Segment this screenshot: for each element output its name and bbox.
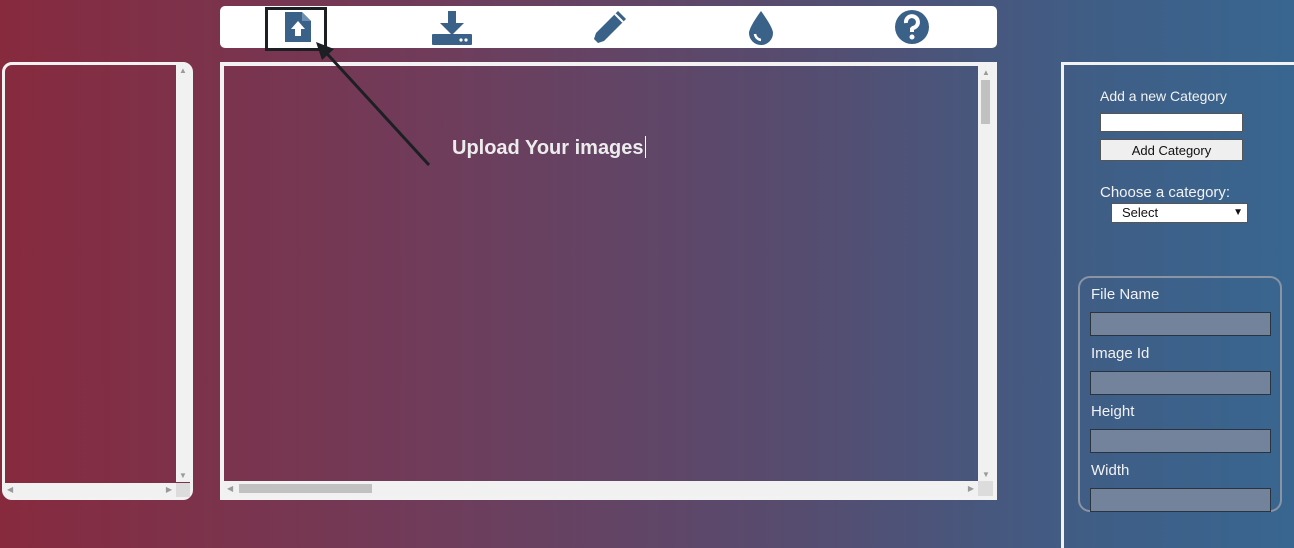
- upload-prompt[interactable]: Upload Your images: [452, 136, 646, 160]
- left-vertical-scrollbar[interactable]: ▲ ▼: [176, 65, 190, 482]
- category-name-input[interactable]: [1100, 113, 1243, 132]
- main-horizontal-scrollbar[interactable]: ◀ ▶: [224, 481, 978, 496]
- scroll-corner: [176, 483, 190, 497]
- properties-panel: Add a new Category Add Category Choose a…: [1061, 62, 1294, 548]
- upload-prompt-text: Upload Your images: [452, 137, 644, 159]
- upload-file-button[interactable]: [273, 6, 323, 48]
- main-vertical-scrollbar[interactable]: ▲ ▼: [978, 66, 993, 481]
- scroll-right-icon[interactable]: ▶: [166, 486, 172, 494]
- scroll-down-icon[interactable]: ▼: [982, 471, 990, 479]
- scroll-left-icon[interactable]: ◀: [227, 485, 233, 493]
- choose-category-label: Choose a category:: [1100, 184, 1231, 201]
- add-category-button[interactable]: Add Category: [1100, 139, 1243, 161]
- download-button[interactable]: [427, 6, 477, 48]
- toolbar: [220, 6, 997, 48]
- scroll-right-icon[interactable]: ▶: [968, 485, 974, 493]
- height-field[interactable]: [1090, 429, 1271, 453]
- category-select[interactable]: Select ▼: [1111, 203, 1248, 223]
- add-category-label: Add a new Category: [1100, 88, 1227, 104]
- width-field[interactable]: [1090, 488, 1271, 512]
- vertical-scroll-thumb[interactable]: [981, 80, 990, 124]
- image-info-fieldset: File Name Image Id Height Width: [1078, 276, 1282, 512]
- pencil-icon: [594, 11, 626, 43]
- download-icon: [432, 11, 472, 45]
- help-button[interactable]: [887, 6, 937, 48]
- scroll-corner: [978, 481, 993, 496]
- text-caret: [644, 136, 646, 158]
- help-icon: [895, 10, 929, 44]
- image-canvas-panel[interactable]: Upload Your images ▲ ▼ ◀ ▶: [220, 62, 997, 500]
- horizontal-scroll-thumb[interactable]: [239, 484, 372, 493]
- edit-button[interactable]: [585, 6, 635, 48]
- file-name-label: File Name: [1091, 286, 1160, 303]
- left-panel[interactable]: ▲ ▼ ◀ ▶: [2, 62, 193, 500]
- upload-file-icon: [285, 12, 311, 42]
- scroll-up-icon[interactable]: ▲: [179, 67, 187, 75]
- category-select-value: Select: [1122, 205, 1159, 220]
- scroll-down-icon[interactable]: ▼: [179, 472, 187, 480]
- drop-icon: [749, 11, 773, 45]
- image-id-field[interactable]: [1090, 371, 1271, 395]
- scroll-left-icon[interactable]: ◀: [7, 486, 13, 494]
- color-button[interactable]: [736, 6, 786, 48]
- width-label: Width: [1091, 462, 1130, 479]
- chevron-down-icon: ▼: [1233, 207, 1243, 218]
- height-label: Height: [1091, 403, 1135, 420]
- file-name-field[interactable]: [1090, 312, 1271, 336]
- image-id-label: Image Id: [1091, 345, 1150, 362]
- left-horizontal-scrollbar[interactable]: ◀ ▶: [5, 483, 176, 497]
- scroll-up-icon[interactable]: ▲: [982, 69, 990, 77]
